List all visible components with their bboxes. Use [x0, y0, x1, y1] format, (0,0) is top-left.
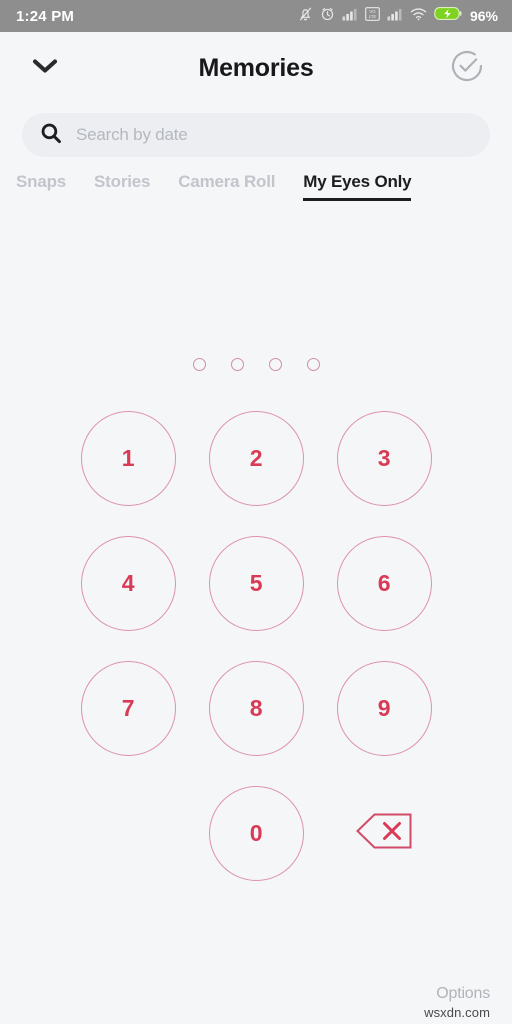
backspace-delete-icon — [354, 810, 414, 858]
backspace-button[interactable] — [337, 786, 432, 881]
tab-my-eyes-only[interactable]: My Eyes Only — [303, 172, 412, 201]
key-4[interactable]: 4 — [80, 536, 176, 631]
bell-mute-icon — [298, 6, 313, 27]
keypad-row-1: 1 2 3 — [0, 411, 512, 506]
svg-text:LTE: LTE — [369, 14, 377, 19]
signal-bars-2-icon — [387, 7, 403, 26]
pin-dot-1 — [192, 358, 206, 371]
key-7[interactable]: 7 — [80, 661, 176, 756]
chevron-down-icon — [32, 58, 58, 79]
chevron-down-button[interactable] — [22, 45, 68, 91]
pin-dots-indicator — [0, 358, 512, 371]
alarm-clock-icon — [320, 6, 335, 27]
key-0[interactable]: 0 — [208, 786, 304, 881]
battery-charging-icon — [434, 6, 462, 26]
select-all-button[interactable] — [444, 45, 490, 91]
wifi-icon — [410, 7, 427, 26]
options-button[interactable]: Options — [436, 985, 490, 1003]
key-8[interactable]: 8 — [208, 661, 304, 756]
key-1[interactable]: 1 — [80, 411, 176, 506]
key-9[interactable]: 9 — [336, 661, 432, 756]
tab-stories[interactable]: Stories — [94, 172, 150, 198]
page-title: Memories — [198, 53, 314, 82]
search-input[interactable]: Search by date — [22, 113, 490, 157]
search-icon — [40, 122, 62, 149]
memories-my-eyes-only-screen: 1:24 PM VO LTE 96% Memories Search by da… — [0, 0, 512, 1024]
tab-snaps[interactable]: Snaps — [16, 172, 66, 198]
keypad-row-3: 7 8 9 — [0, 661, 512, 756]
tab-camera-roll[interactable]: Camera Roll — [178, 172, 275, 198]
key-5[interactable]: 5 — [208, 536, 304, 631]
app-header: Memories — [0, 32, 512, 104]
battery-percent: 96% — [469, 8, 498, 24]
keypad-row-2: 4 5 6 — [0, 536, 512, 631]
key-6[interactable]: 6 — [336, 536, 432, 631]
key-3[interactable]: 3 — [336, 411, 432, 506]
key-2[interactable]: 2 — [208, 411, 304, 506]
status-time: 1:24 PM — [16, 7, 75, 25]
status-icons: VO LTE 96% — [298, 6, 498, 27]
key-blank — [81, 786, 176, 881]
pin-dot-2 — [230, 358, 244, 371]
search-placeholder: Search by date — [76, 125, 188, 144]
volte-icon: VO LTE — [365, 6, 380, 26]
signal-bars-icon — [342, 7, 358, 26]
watermark: wsxdn.com — [424, 1005, 490, 1020]
pin-dot-3 — [268, 358, 282, 371]
check-circle-icon — [449, 48, 485, 89]
status-bar: 1:24 PM VO LTE 96% — [0, 0, 512, 32]
keypad-row-4: 0 — [0, 786, 512, 881]
pin-dot-4 — [306, 358, 320, 371]
memories-tabs: Snaps Stories Camera Roll My Eyes Only — [0, 172, 512, 206]
passcode-keypad: 1 2 3 4 5 6 7 8 9 0 — [0, 411, 512, 881]
